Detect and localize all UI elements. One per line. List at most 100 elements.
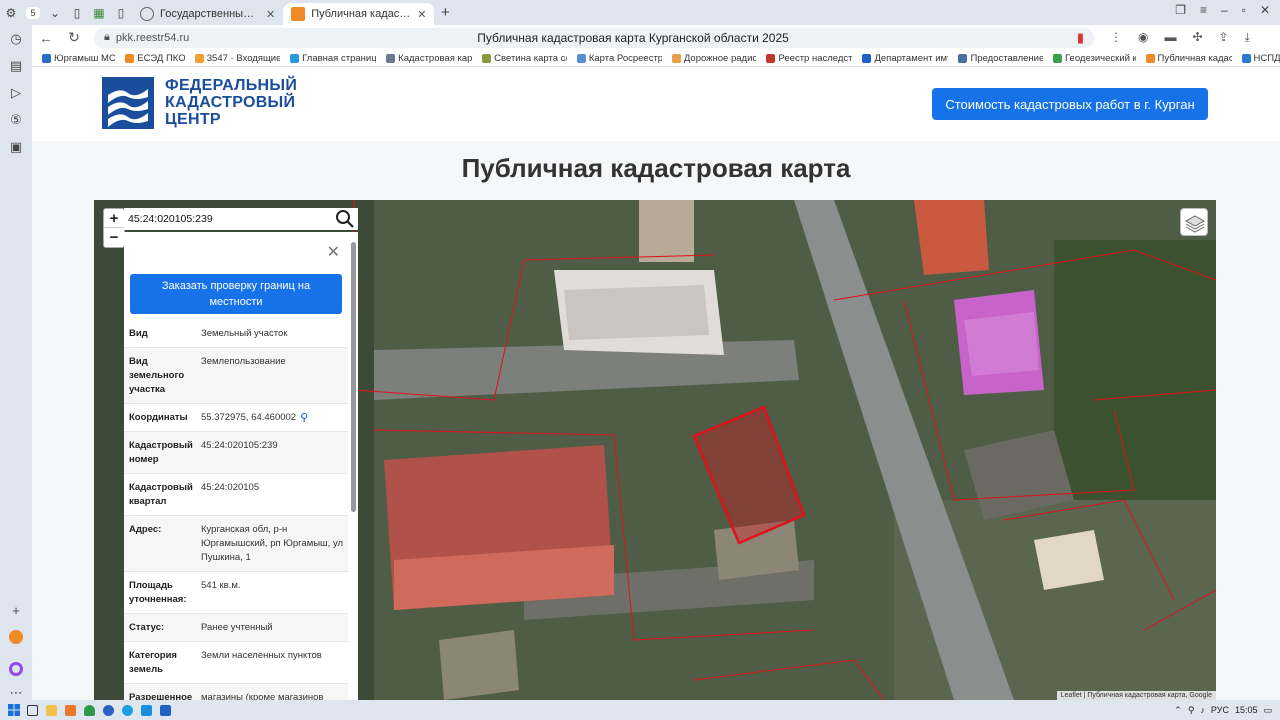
start-icon[interactable] (4, 702, 23, 718)
attr-key: Адрес: (129, 524, 162, 535)
history-icon[interactable]: ◷ (0, 25, 32, 52)
zoom-in-button[interactable]: + (104, 209, 124, 228)
share-icon[interactable]: ⇪ (1219, 30, 1229, 45)
attr-value: магазины (кроме магазинов (201, 691, 344, 700)
tab-public-cadastral-map[interactable]: Публичная кадастров ✕ (283, 3, 435, 25)
screenshot-icon[interactable]: ▣ (0, 133, 32, 160)
bookmark-item[interactable]: ЕСЭД ПКО (125, 53, 185, 64)
task-view-icon[interactable] (23, 702, 42, 718)
url-field[interactable]: 🔒︎ pkk.reestr54.ru Публичная кадастровая… (94, 27, 1094, 48)
browser-sidebar: ◷ ▤ ▷ ⑤ ▣ + ⋯ (0, 25, 32, 701)
file-explorer-icon[interactable] (42, 702, 61, 718)
bookmark-item[interactable]: Публичная кадас (1145, 52, 1232, 64)
bookmark-icon (386, 53, 396, 63)
bookmark-label: Публичная кадас (1157, 52, 1232, 64)
bookmark-item[interactable]: Светина карта с/ (482, 53, 567, 64)
bookmark-icon (576, 53, 586, 63)
maximize-icon[interactable]: ▫ (1242, 3, 1246, 17)
document-icon-2[interactable]: ▯ (110, 3, 132, 23)
order-boundary-check-button[interactable]: Заказать проверку границ на местности (130, 274, 342, 314)
bookmark-item[interactable]: 3547 · Входящие (194, 53, 280, 64)
close-icon[interactable]: ✕ (327, 242, 340, 262)
logo-line: ФЕДЕРАЛЬНЫЙ (165, 77, 298, 94)
puzzle-icon[interactable]: ✣ (1192, 30, 1202, 45)
tabs-dropdown-icon[interactable]: ⌄ (44, 3, 66, 23)
skype-icon[interactable] (137, 702, 156, 718)
bookmark-item[interactable]: НСПД (1241, 53, 1280, 64)
bookmark-item[interactable]: Предоставление (958, 53, 1043, 64)
browser-icon[interactable] (99, 702, 118, 718)
logo-icon[interactable] (102, 77, 154, 129)
tab-counter[interactable]: 5 (22, 3, 44, 23)
attr-value-text: магазины (кроме магазинов (201, 692, 324, 700)
more-icon[interactable]: ⋮ (1110, 30, 1122, 45)
notifications-icon[interactable]: ▭ (1263, 705, 1272, 716)
logo-text[interactable]: ФЕДЕРАЛЬНЫЙ КАДАСТРОВЫЙ ЦЕНТР (165, 77, 297, 128)
assistant-icon[interactable] (0, 655, 32, 682)
search-input[interactable] (128, 213, 328, 225)
pricing-button[interactable]: Стоимость кадастровых работ в г. Курган (932, 88, 1208, 120)
attr-value: 45:24:020105 (201, 481, 344, 509)
collections-icon[interactable]: ❐ (1175, 3, 1186, 17)
attr-value-text[interactable]: 55.372975, 64.460002 (201, 411, 296, 425)
back-icon[interactable]: ← (32, 30, 60, 46)
close-tab-icon[interactable]: ✕ (266, 8, 275, 21)
add-panel-icon[interactable]: + (0, 597, 32, 624)
notes-icon[interactable]: ▤ (0, 52, 32, 79)
document-icon[interactable]: ▯ (66, 3, 88, 23)
bookmark-item[interactable]: Главная страница (290, 53, 376, 64)
play-icon[interactable]: ▷ (0, 79, 32, 106)
reader-icon[interactable]: ⑤ (0, 106, 32, 133)
attr-row: Разрешенное магазины (кроме магазинов (124, 684, 348, 700)
app-icon[interactable] (61, 702, 80, 718)
bookmark-icon (482, 53, 492, 63)
bookmark-item[interactable]: Карта Росреестр (576, 53, 662, 64)
attr-row: Кадастровый квартал 45:24:020105 (124, 474, 348, 516)
bookmark-item[interactable]: Геодезический к (1053, 53, 1136, 64)
network-icon[interactable]: ⚲ (1188, 705, 1195, 716)
reload-icon[interactable]: ↻ (60, 29, 88, 46)
attr-key: Вид (129, 328, 148, 339)
map-container[interactable]: + − ✕ Заказать проверку границ на местно… (94, 200, 1216, 700)
doc-icon[interactable] (156, 702, 175, 718)
extension-icon-2[interactable]: ▬ (1164, 30, 1176, 45)
volume-icon[interactable]: ♪ (1200, 705, 1205, 715)
bookmark-label: Главная страница (302, 52, 377, 64)
download-icon[interactable]: ⤓ (1245, 30, 1250, 45)
zoom-out-button[interactable]: − (104, 228, 124, 247)
tray-arrow-icon[interactable]: ⌃ (1174, 705, 1182, 716)
bookmark-icon (958, 53, 968, 63)
bookmark-icon[interactable]: ▮ (1077, 30, 1084, 46)
browser-menu-icon[interactable]: ⚙ (0, 3, 22, 23)
zoom-control: + − (103, 208, 125, 248)
attr-value: Курганская обл, р-н Юргамышский, рп Юрга… (201, 523, 344, 565)
bookmark-item[interactable]: Департамент иму (862, 53, 948, 64)
logo-line: ЦЕНТР (165, 111, 221, 128)
new-tab-icon[interactable]: + (434, 3, 456, 23)
panel-scrollbar[interactable] (351, 242, 356, 512)
attr-key: Координаты (129, 412, 188, 423)
bookmark-item[interactable]: Дорожное радио (671, 53, 756, 64)
bookmark-item[interactable]: Кадастровая карт (386, 53, 472, 64)
extension-icon[interactable]: ◉ (1138, 30, 1148, 45)
layers-icon[interactable] (1180, 208, 1208, 236)
chat-icon[interactable] (118, 702, 137, 718)
apps-grid-icon[interactable]: ▦ (88, 3, 110, 23)
tab-state-address[interactable]: Государственный адресн ✕ (132, 3, 283, 25)
security-icon[interactable] (80, 702, 99, 718)
attr-value: Землепользование (201, 355, 344, 397)
bookmark-item[interactable]: Юргамыш МО (42, 53, 115, 64)
search-icon[interactable] (334, 208, 356, 230)
mail-icon[interactable] (0, 623, 32, 650)
attr-row: Координаты 55.372975, 64.460002 ⚲ (124, 404, 348, 432)
clock[interactable]: 15:05 (1235, 705, 1258, 715)
hamburger-menu-icon[interactable]: ≡ (1200, 3, 1207, 17)
bookmark-item[interactable]: Реестр наследстe (766, 53, 852, 64)
attr-key: Кадастровый номер (129, 440, 193, 465)
minimize-icon[interactable]: – (1221, 3, 1228, 17)
language-indicator[interactable]: РУС (1211, 705, 1229, 715)
close-window-icon[interactable]: ✕ (1260, 3, 1270, 17)
mail-icon (194, 53, 204, 63)
close-tab-icon[interactable]: ✕ (417, 8, 426, 21)
route-icon[interactable]: ⚲ (300, 411, 308, 425)
